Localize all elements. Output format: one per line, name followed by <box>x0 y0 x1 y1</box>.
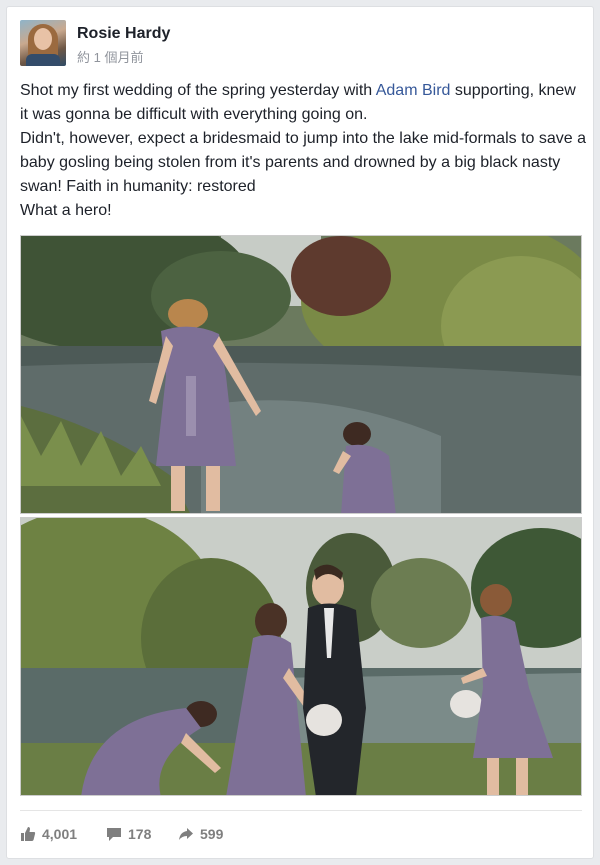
post-text-line-2: Didn't, however, expect a bridesmaid to … <box>20 130 586 195</box>
footer-divider <box>20 810 582 811</box>
comments-count: 178 <box>128 826 152 842</box>
share-arrow-icon <box>179 828 193 840</box>
shares-count-button[interactable]: 599 <box>178 822 223 846</box>
post-timestamp[interactable]: 約 1 個月前 <box>77 47 143 66</box>
avatar[interactable] <box>20 20 66 66</box>
speech-bubble-icon <box>107 828 121 841</box>
likes-count: 4,001 <box>42 826 78 842</box>
likes-count-button[interactable]: 4,001 <box>20 822 77 846</box>
post-photo-2[interactable] <box>20 517 582 796</box>
post-text-line-1: Shot my first wedding of the spring yest… <box>20 82 576 123</box>
post-photo-1[interactable] <box>20 235 582 514</box>
mention-link[interactable]: Adam Bird <box>376 82 451 99</box>
comments-count-button[interactable]: 178 <box>106 822 151 846</box>
post-stats: 4,001 178 599 <box>20 822 582 846</box>
thumbs-up-icon <box>21 827 36 841</box>
author-name[interactable]: Rosie Hardy <box>77 25 170 43</box>
post-text-line-3: What a hero! <box>20 202 112 219</box>
post-text: Shot my first wedding of the spring yest… <box>20 79 586 223</box>
shares-count: 599 <box>200 826 224 842</box>
post-card: Rosie Hardy 約 1 個月前 Shot my first weddin… <box>6 6 594 859</box>
